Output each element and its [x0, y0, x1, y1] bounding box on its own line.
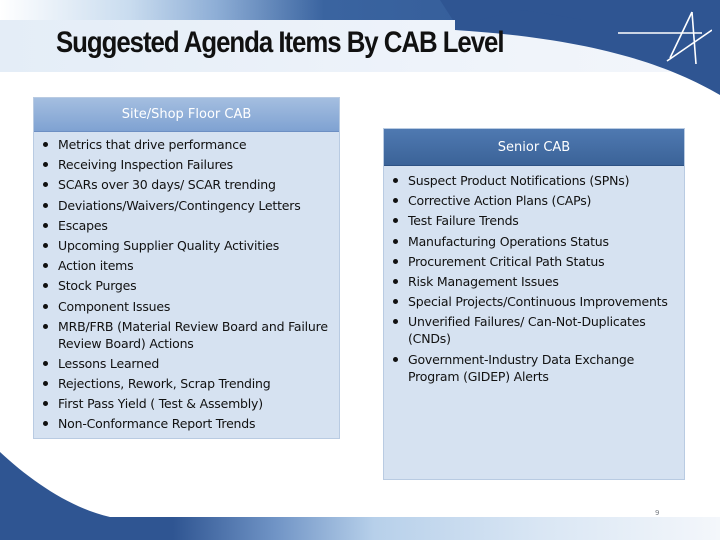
list-item: Suspect Product Notifications (SPNs) — [392, 172, 684, 189]
list-item-text: Procurement Critical Path Status — [408, 253, 605, 269]
list-item: Procurement Critical Path Status — [392, 253, 684, 270]
list-item: Component Issues — [42, 298, 339, 315]
list-item-text: Component Issues — [58, 298, 171, 314]
bullet-icon — [43, 142, 48, 147]
list-item-text: Upcoming Supplier Quality Activities — [58, 237, 280, 253]
bullet-icon — [393, 299, 398, 305]
bullet-icon — [393, 198, 398, 204]
bullet-icon — [43, 162, 48, 168]
senior-cab-header: Senior CAB — [384, 129, 684, 166]
list-item-text: Escapes — [58, 217, 108, 233]
list-item-text: Special Projects/Continuous Improvements — [408, 294, 668, 310]
list-item-text: Receiving Inspection Failures — [58, 157, 233, 173]
list-item-text: Action items — [58, 258, 134, 274]
list-item-text: MRB/FRB (Material Review Board and Failu… — [58, 318, 328, 351]
bullet-icon — [43, 421, 48, 427]
list-item: Corrective Action Plans (CAPs) — [392, 192, 684, 209]
bullet-icon — [43, 242, 48, 248]
list-item-text: Lessons Learned — [58, 355, 160, 371]
bottom-decorative-band — [0, 452, 720, 540]
site-shop-floor-cab-list: Metrics that drive performance Receiving… — [34, 132, 339, 432]
list-item-text: Metrics that drive performance — [58, 137, 247, 152]
list-item-text: Test Failure Trends — [408, 213, 519, 229]
bullet-icon — [43, 303, 48, 309]
senior-cab-panel: Senior CAB Suspect Product Notifications… — [383, 128, 685, 480]
list-item-text: Unverified Failures/ Can-Not-Duplicates … — [408, 314, 646, 347]
list-item: Escapes — [42, 217, 339, 234]
list-item-text: Rejections, Rework, Scrap Trending — [58, 376, 271, 392]
company-star-logo-icon — [618, 11, 712, 65]
bullet-icon — [43, 182, 48, 188]
site-shop-floor-cab-header: Site/Shop Floor CAB — [34, 98, 339, 132]
list-item-text: Risk Management Issues — [408, 273, 559, 289]
list-item: Special Projects/Continuous Improvements — [392, 293, 684, 310]
list-item-text: Suspect Product Notifications (SPNs) — [408, 173, 630, 188]
bullet-icon — [43, 323, 48, 329]
bullet-icon — [43, 202, 48, 208]
slide-title: Suggested Agenda Items By CAB Level — [56, 26, 505, 59]
list-item-text: First Pass Yield ( Test & Assembly) — [58, 396, 263, 412]
list-item: Test Failure Trends — [392, 212, 684, 229]
bullet-icon — [393, 278, 398, 284]
list-item: Non-Conformance Report Trends — [42, 415, 339, 432]
bullet-icon — [393, 258, 398, 264]
list-item: Unverified Failures/ Can-Not-Duplicates … — [392, 313, 684, 347]
list-item-text: Deviations/Waivers/Contingency Letters — [58, 197, 301, 213]
bullet-icon — [43, 401, 48, 407]
page-number: 9 — [655, 509, 660, 517]
list-item: Lessons Learned — [42, 355, 339, 372]
list-item-text: Stock Purges — [58, 278, 137, 294]
list-item-text: Non-Conformance Report Trends — [58, 416, 256, 432]
list-item: Receiving Inspection Failures — [42, 156, 339, 173]
list-item: Deviations/Waivers/Contingency Letters — [42, 197, 339, 214]
bullet-icon — [43, 360, 48, 366]
bullet-icon — [393, 218, 398, 224]
list-item-text: Manufacturing Operations Status — [408, 233, 609, 249]
list-item: Metrics that drive performance — [42, 136, 339, 153]
site-shop-floor-cab-panel: Site/Shop Floor CAB Metrics that drive p… — [33, 97, 340, 439]
bullet-icon — [393, 238, 398, 244]
list-item: Rejections, Rework, Scrap Trending — [42, 375, 339, 392]
list-item-text: Corrective Action Plans (CAPs) — [408, 193, 592, 209]
list-item-text: Government-Industry Data Exchange Progra… — [408, 351, 635, 384]
senior-cab-list: Suspect Product Notifications (SPNs) Cor… — [384, 166, 684, 385]
list-item: Upcoming Supplier Quality Activities — [42, 237, 339, 254]
list-item: Risk Management Issues — [392, 273, 684, 290]
bullet-icon — [43, 263, 48, 269]
list-item: SCARs over 30 days/ SCAR trending — [42, 176, 339, 193]
bullet-icon — [393, 178, 398, 183]
list-item: First Pass Yield ( Test & Assembly) — [42, 395, 339, 412]
list-item: Stock Purges — [42, 277, 339, 294]
bullet-icon — [43, 222, 48, 228]
bullet-icon — [43, 381, 48, 387]
bullet-icon — [393, 356, 398, 362]
bullet-icon — [43, 283, 48, 289]
list-item-text: SCARs over 30 days/ SCAR trending — [58, 177, 276, 193]
list-item: Government-Industry Data Exchange Progra… — [392, 351, 684, 385]
list-item: Manufacturing Operations Status — [392, 233, 684, 250]
list-item: MRB/FRB (Material Review Board and Failu… — [42, 318, 339, 352]
bullet-icon — [393, 319, 398, 325]
list-item: Action items — [42, 257, 339, 274]
